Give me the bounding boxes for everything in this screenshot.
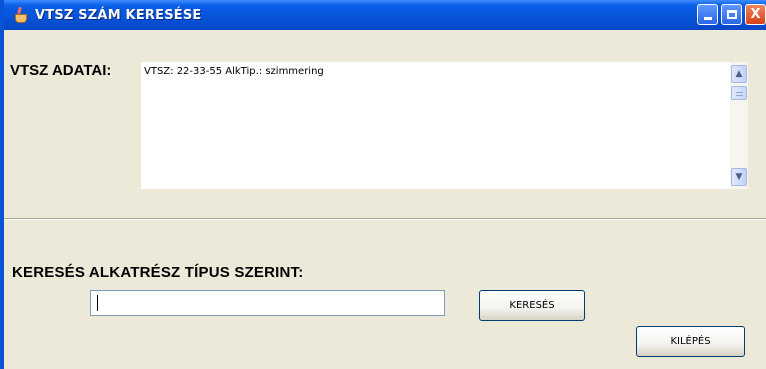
app-window: VTSZ SZÁM KERESÉSE X VTSZ ADATAI: VTSZ: … <box>0 0 766 369</box>
scroll-down-button[interactable]: ▼ <box>731 168 747 186</box>
divider <box>4 218 766 220</box>
maximize-button[interactable] <box>721 4 742 25</box>
details-content: VTSZ: 22-33-55 AlkTip.: szimmering <box>144 66 324 77</box>
search-label: KERESÉS ALKATRÉSZ TÍPUS SZERINT: <box>12 264 304 281</box>
chevron-up-icon: ▲ <box>735 69 743 79</box>
close-icon: X <box>750 7 761 22</box>
exit-button[interactable]: KILÉPÉS <box>636 326 745 357</box>
java-cup-icon <box>13 7 27 23</box>
maximize-icon <box>726 10 737 19</box>
details-label: VTSZ ADATAI: <box>10 62 112 79</box>
close-button[interactable]: X <box>745 4 766 25</box>
title-bar[interactable]: VTSZ SZÁM KERESÉSE X <box>4 0 766 30</box>
details-textarea[interactable]: VTSZ: 22-33-55 AlkTip.: szimmering ▲ ▼ <box>141 62 748 189</box>
chevron-down-icon: ▼ <box>735 172 743 182</box>
window-title: VTSZ SZÁM KERESÉSE <box>35 7 202 23</box>
scroll-thumb[interactable] <box>731 86 747 100</box>
scroll-up-button[interactable]: ▲ <box>731 65 747 83</box>
window-controls: X <box>697 4 766 25</box>
minimize-button[interactable] <box>697 4 718 25</box>
search-input[interactable] <box>90 290 445 316</box>
search-button[interactable]: KERESÉS <box>479 290 585 321</box>
details-scrollbar[interactable]: ▲ ▼ <box>730 62 748 189</box>
minimize-icon <box>703 17 712 20</box>
text-caret <box>97 295 98 311</box>
